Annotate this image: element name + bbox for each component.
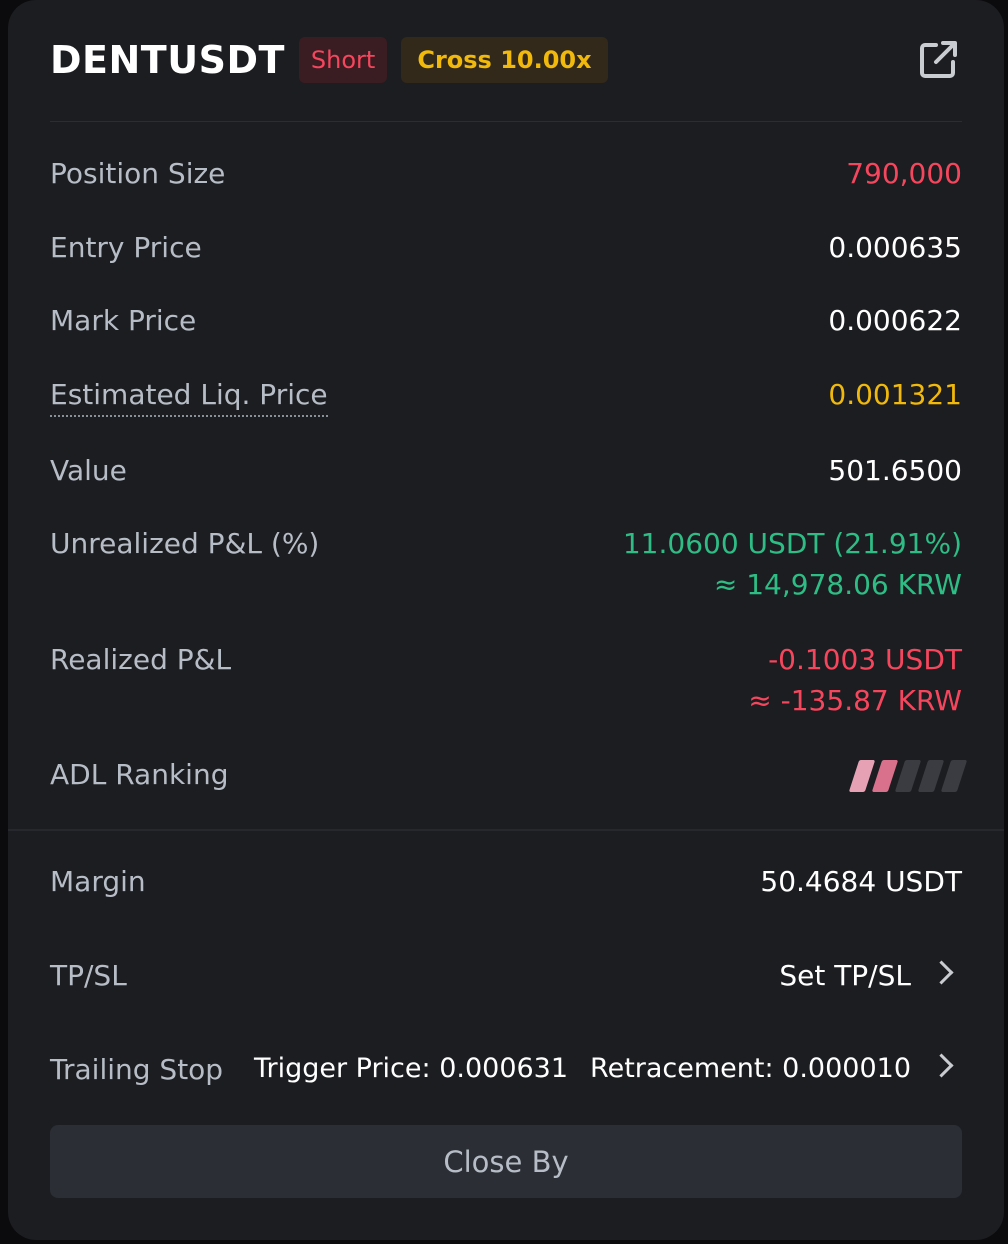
- trailing-stop-label: Trailing Stop: [50, 1053, 224, 1086]
- side-badge: Short: [298, 37, 388, 83]
- value-row: Value 501.6500: [50, 454, 962, 487]
- unrealized-pnl-label: Unrealized P&L (%): [50, 527, 320, 560]
- trailing-stop-trigger: Trigger Price: 0.000631: [253, 1053, 569, 1084]
- adl-bar: [894, 760, 922, 792]
- position-size-label: Position Size: [50, 157, 226, 190]
- unrealized-pnl-usdt: 11.0600 USDT (21.91%): [622, 527, 962, 560]
- entry-price-row: Entry Price 0.000635: [50, 231, 962, 264]
- mark-price-value: 0.000622: [828, 304, 962, 337]
- realized-pnl-label: Realized P&L: [50, 643, 232, 676]
- realized-pnl-value: -0.1003 USDT ≈ -135.87 KRW: [748, 643, 962, 717]
- unrealized-pnl-row: Unrealized P&L (%) 11.0600 USDT (21.91%)…: [50, 527, 962, 601]
- position-size-row: Position Size 790,000: [50, 157, 962, 190]
- margin-value: 50.4684 USDT: [760, 865, 962, 898]
- close-by-button[interactable]: Close By: [50, 1125, 962, 1198]
- section-divider: [8, 829, 1004, 831]
- realized-pnl-row: Realized P&L -0.1003 USDT ≈ -135.87 KRW: [50, 643, 962, 717]
- adl-bar: [940, 760, 968, 792]
- value-value: 501.6500: [828, 454, 962, 487]
- tpsl-label: TP/SL: [50, 959, 127, 992]
- entry-price-value: 0.000635: [828, 231, 962, 264]
- liq-price-label[interactable]: Estimated Liq. Price: [50, 378, 328, 417]
- liq-price-row: Estimated Liq. Price 0.001321: [50, 378, 962, 417]
- tpsl-row: TP/SL Set TP/SL: [50, 959, 962, 992]
- adl-bar: [871, 760, 899, 792]
- unrealized-pnl-krw: ≈ 14,978.06 KRW: [713, 568, 962, 601]
- unrealized-pnl-value: 11.0600 USDT (21.91%) ≈ 14,978.06 KRW: [623, 527, 962, 601]
- adl-ranking-row: ADL Ranking: [50, 758, 968, 792]
- set-tpsl-button[interactable]: Set TP/SL: [779, 959, 962, 992]
- margin-row: Margin 50.4684 USDT: [50, 865, 962, 898]
- chevron-right-icon: [929, 1053, 954, 1078]
- margin-mode-badge[interactable]: Cross 10.00x: [401, 37, 608, 83]
- set-tpsl-label: Set TP/SL: [779, 959, 911, 992]
- entry-price-label: Entry Price: [50, 231, 202, 264]
- value-label: Value: [50, 454, 127, 487]
- mark-price-row: Mark Price 0.000622: [50, 304, 962, 337]
- position-header: DENTUSDT Short Cross 10.00x: [50, 32, 962, 88]
- external-link-icon[interactable]: [914, 36, 962, 84]
- adl-ranking-indicator: [847, 760, 968, 792]
- trailing-stop-button[interactable]: Trigger Price: 0.000631 Retracement: 0.0…: [254, 1053, 962, 1084]
- mark-price-label: Mark Price: [50, 304, 197, 337]
- realized-pnl-krw: ≈ -135.87 KRW: [748, 684, 962, 717]
- adl-ranking-label: ADL Ranking: [50, 758, 229, 791]
- liq-price-value: 0.001321: [828, 378, 962, 411]
- chevron-right-icon: [929, 960, 954, 985]
- trailing-stop-row: Trailing Stop Trigger Price: 0.000631 Re…: [50, 1053, 962, 1086]
- adl-bar: [917, 760, 945, 792]
- realized-pnl-usdt: -0.1003 USDT: [768, 643, 962, 676]
- margin-label: Margin: [50, 865, 146, 898]
- header-divider: [50, 121, 962, 122]
- position-card: DENTUSDT Short Cross 10.00x Position Siz…: [8, 0, 1004, 1240]
- symbol-title[interactable]: DENTUSDT: [50, 38, 285, 82]
- adl-bar: [848, 760, 876, 792]
- position-size-value: 790,000: [846, 157, 962, 190]
- trailing-stop-retracement: Retracement: 0.000010: [590, 1053, 911, 1084]
